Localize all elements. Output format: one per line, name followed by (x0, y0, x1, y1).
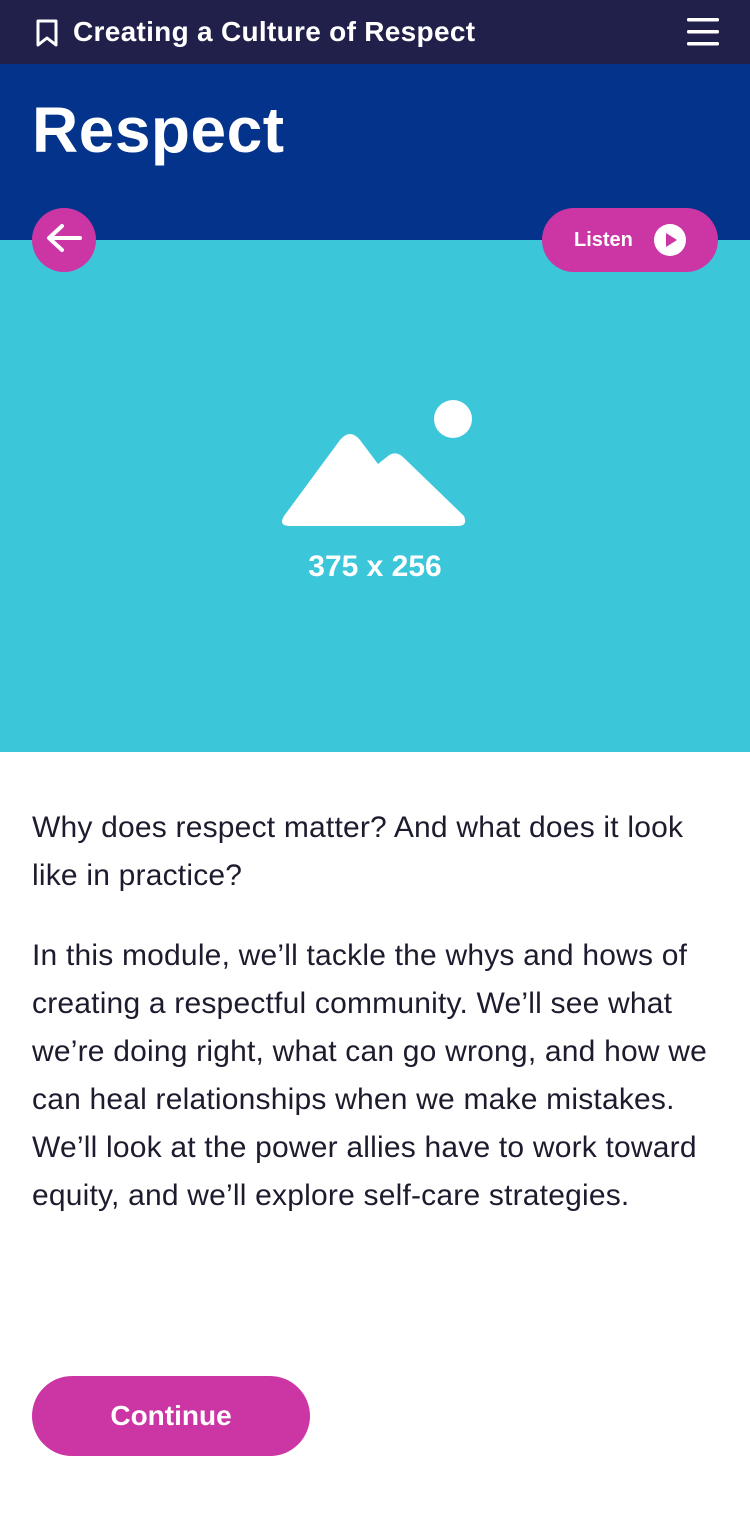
app-title: Creating a Culture of Respect (73, 16, 476, 47)
intro-paragraph: Why does respect matter? And what does i… (32, 811, 684, 892)
image-placeholder-icon (278, 398, 474, 530)
top-app-bar: Creating a Culture of Respect (0, 0, 750, 64)
hero-image-placeholder: 375 x 256 (0, 240, 750, 752)
hamburger-menu-icon[interactable] (686, 16, 720, 48)
module-description: Why does respect matter? And what does i… (32, 804, 722, 1220)
image-dimensions-label: 375 x 256 (308, 550, 442, 583)
back-button[interactable] (32, 208, 96, 272)
listen-button[interactable]: Listen (542, 208, 718, 272)
play-icon (654, 224, 686, 256)
listen-label: Listen (574, 229, 633, 251)
arrow-left-icon (44, 223, 84, 258)
continue-button[interactable]: Continue (32, 1376, 310, 1456)
body-paragraph: In this module, we’ll tackle the whys an… (32, 939, 707, 1212)
page-title: Respect (32, 94, 285, 166)
bookmark-icon[interactable] (34, 18, 60, 48)
